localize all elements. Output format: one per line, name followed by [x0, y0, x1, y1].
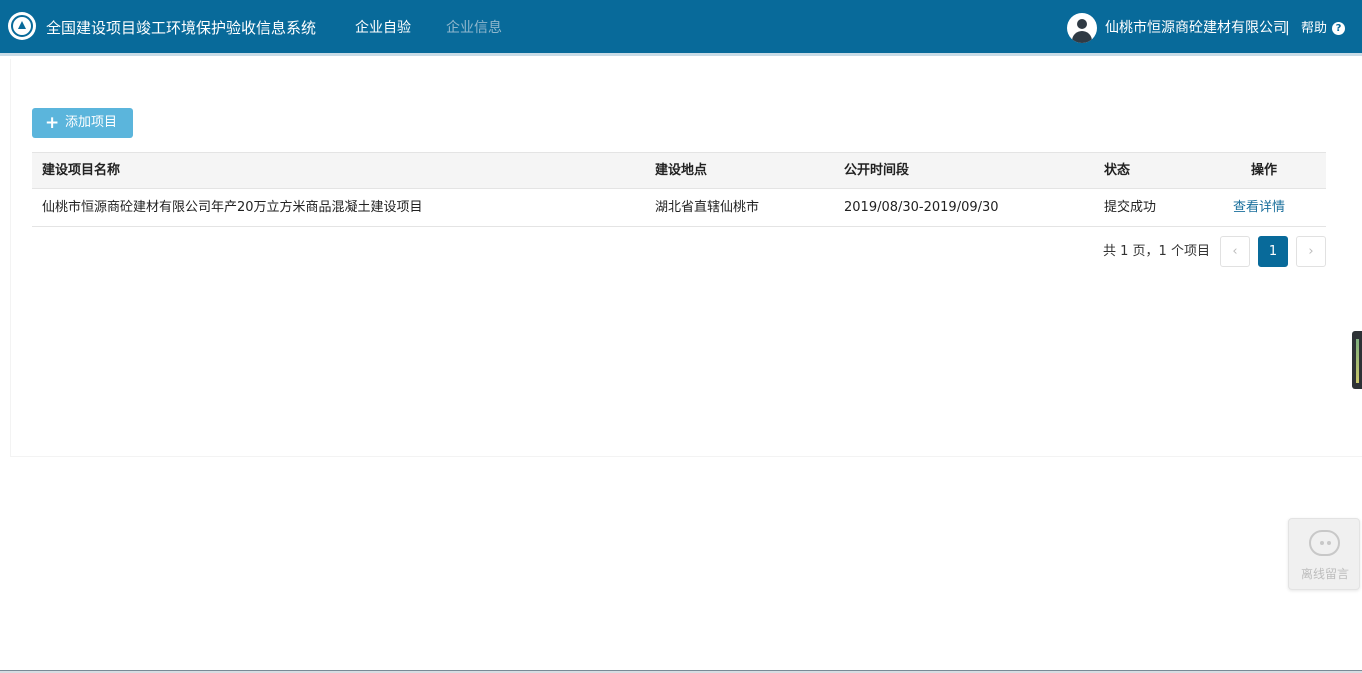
offline-message-label: 离线留言	[1300, 567, 1349, 581]
page-1-button[interactable]: 1	[1258, 236, 1288, 267]
cell-period: 2019/08/30-2019/09/30	[844, 200, 999, 215]
plus-icon: +	[45, 113, 60, 133]
column-header-period: 公开时间段	[844, 163, 910, 178]
company-name[interactable]: 仙桃市恒源商砼建材有限公司	[1105, 17, 1287, 39]
header-separator: |	[1285, 20, 1290, 36]
help-link[interactable]: 帮助	[1301, 18, 1327, 40]
nav-self-acceptance[interactable]: 企业自验	[355, 17, 411, 39]
side-scroll-tab[interactable]	[1352, 331, 1362, 389]
app-title: 全国建设项目竣工环境保护验收信息系统	[46, 19, 317, 37]
cell-project-name: 仙桃市恒源商砼建材有限公司年产20万立方米商品混凝土建设项目	[42, 200, 423, 215]
column-header-location: 建设地点	[655, 163, 708, 178]
add-project-button[interactable]: + 添加项目	[32, 108, 133, 138]
add-project-label: 添加项目	[65, 115, 118, 130]
column-header-action: 操作	[1251, 163, 1278, 178]
cell-location: 湖北省直辖仙桃市	[655, 200, 760, 215]
nav-company-info[interactable]: 企业信息	[446, 17, 502, 39]
user-avatar-icon[interactable]	[1067, 13, 1097, 43]
table-header: 建设项目名称 建设地点 公开时间段 状态 操作	[32, 152, 1326, 189]
column-header-project-name: 建设项目名称	[42, 163, 121, 178]
cell-status: 提交成功	[1104, 200, 1157, 215]
next-page-button[interactable]: ›	[1296, 236, 1326, 267]
pagination-summary: 共 1 页，1 个项目	[1103, 244, 1210, 259]
top-navbar: 全国建设项目竣工环境保护验收信息系统 企业自验 企业信息 仙桃市恒源商砼建材有限…	[0, 0, 1362, 56]
table-row: 仙桃市恒源商砼建材有限公司年产20万立方米商品混凝土建设项目 湖北省直辖仙桃市 …	[32, 189, 1326, 227]
help-icon[interactable]: ?	[1332, 22, 1345, 35]
prev-page-button[interactable]: ‹	[1220, 236, 1250, 267]
chat-bubble-icon	[1309, 530, 1340, 556]
emblem-logo-icon	[8, 12, 36, 40]
offline-message-widget[interactable]: 离线留言	[1288, 518, 1360, 590]
column-header-status: 状态	[1104, 163, 1131, 178]
view-details-link[interactable]: 查看详情	[1233, 189, 1285, 226]
